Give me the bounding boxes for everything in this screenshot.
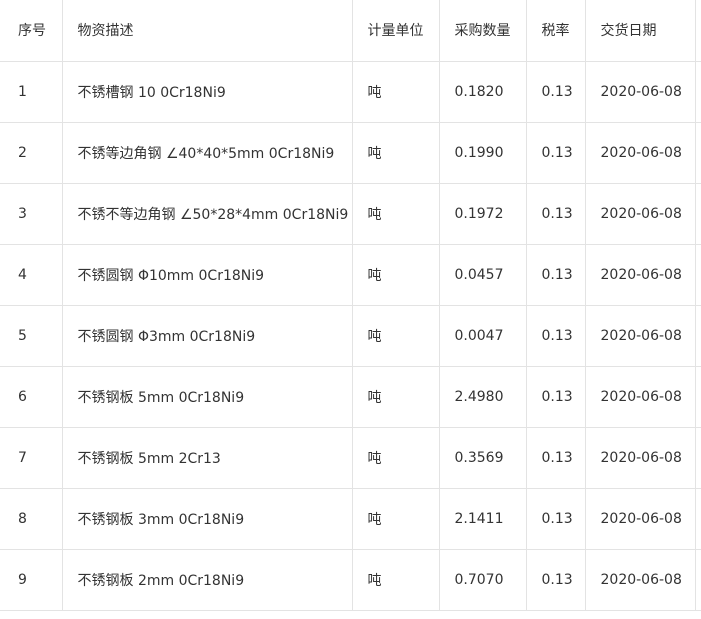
header-description: 物资描述 xyxy=(62,0,353,62)
header-extra xyxy=(695,0,701,62)
cell-index: 4 xyxy=(0,244,63,306)
header-delivery-date: 交货日期 xyxy=(585,0,696,62)
cell-extra xyxy=(695,122,701,184)
cell-tax-rate: 0.13 xyxy=(526,61,586,123)
header-unit: 计量单位 xyxy=(352,0,440,62)
materials-table: 序号 物资描述 计量单位 采购数量 税率 交货日期 1 不锈槽钢 10 0Cr1… xyxy=(0,0,701,611)
cell-unit: 吨 xyxy=(352,366,440,428)
cell-description: 不锈钢板 2mm 0Cr18Ni9 xyxy=(62,549,353,611)
cell-delivery-date: 2020-06-08 xyxy=(585,61,696,123)
cell-unit: 吨 xyxy=(352,549,440,611)
cell-quantity: 0.3569 xyxy=(439,427,527,489)
cell-quantity: 0.1972 xyxy=(439,183,527,245)
cell-unit: 吨 xyxy=(352,427,440,489)
cell-delivery-date: 2020-06-08 xyxy=(585,427,696,489)
table-row: 9 不锈钢板 2mm 0Cr18Ni9 吨 0.7070 0.13 2020-0… xyxy=(0,549,701,611)
cell-extra xyxy=(695,488,701,550)
cell-description: 不锈圆钢 Φ3mm 0Cr18Ni9 xyxy=(62,305,353,367)
cell-extra xyxy=(695,427,701,489)
cell-description: 不锈钢板 5mm 2Cr13 xyxy=(62,427,353,489)
cell-unit: 吨 xyxy=(352,305,440,367)
cell-delivery-date: 2020-06-08 xyxy=(585,305,696,367)
cell-tax-rate: 0.13 xyxy=(526,366,586,428)
cell-tax-rate: 0.13 xyxy=(526,488,586,550)
cell-extra xyxy=(695,244,701,306)
table-row: 1 不锈槽钢 10 0Cr18Ni9 吨 0.1820 0.13 2020-06… xyxy=(0,61,701,123)
cell-quantity: 0.7070 xyxy=(439,549,527,611)
cell-extra xyxy=(695,305,701,367)
header-index: 序号 xyxy=(0,0,63,62)
cell-delivery-date: 2020-06-08 xyxy=(585,549,696,611)
cell-index: 5 xyxy=(0,305,63,367)
cell-description: 不锈钢板 5mm 0Cr18Ni9 xyxy=(62,366,353,428)
cell-index: 7 xyxy=(0,427,63,489)
table-row: 6 不锈钢板 5mm 0Cr18Ni9 吨 2.4980 0.13 2020-0… xyxy=(0,366,701,428)
cell-unit: 吨 xyxy=(352,488,440,550)
cell-delivery-date: 2020-06-08 xyxy=(585,183,696,245)
header-tax-rate: 税率 xyxy=(526,0,586,62)
table-row: 7 不锈钢板 5mm 2Cr13 吨 0.3569 0.13 2020-06-0… xyxy=(0,427,701,489)
cell-description: 不锈不等边角钢 ∠50*28*4mm 0Cr18Ni9 xyxy=(62,183,353,245)
cell-extra xyxy=(695,183,701,245)
cell-extra xyxy=(695,61,701,123)
cell-tax-rate: 0.13 xyxy=(526,427,586,489)
cell-unit: 吨 xyxy=(352,61,440,123)
table-row: 2 不锈等边角钢 ∠40*40*5mm 0Cr18Ni9 吨 0.1990 0.… xyxy=(0,122,701,184)
cell-delivery-date: 2020-06-08 xyxy=(585,488,696,550)
cell-quantity: 0.0047 xyxy=(439,305,527,367)
materials-table-container: 序号 物资描述 计量单位 采购数量 税率 交货日期 1 不锈槽钢 10 0Cr1… xyxy=(0,0,701,619)
cell-index: 9 xyxy=(0,549,63,611)
table-row: 5 不锈圆钢 Φ3mm 0Cr18Ni9 吨 0.0047 0.13 2020-… xyxy=(0,305,701,367)
cell-extra xyxy=(695,366,701,428)
cell-tax-rate: 0.13 xyxy=(526,549,586,611)
table-row: 3 不锈不等边角钢 ∠50*28*4mm 0Cr18Ni9 吨 0.1972 0… xyxy=(0,183,701,245)
cell-quantity: 2.4980 xyxy=(439,366,527,428)
cell-delivery-date: 2020-06-08 xyxy=(585,244,696,306)
cell-description: 不锈槽钢 10 0Cr18Ni9 xyxy=(62,61,353,123)
cell-unit: 吨 xyxy=(352,122,440,184)
cell-description: 不锈钢板 3mm 0Cr18Ni9 xyxy=(62,488,353,550)
cell-tax-rate: 0.13 xyxy=(526,122,586,184)
cell-tax-rate: 0.13 xyxy=(526,244,586,306)
cell-index: 8 xyxy=(0,488,63,550)
header-quantity: 采购数量 xyxy=(439,0,527,62)
cell-quantity: 0.1990 xyxy=(439,122,527,184)
cell-quantity: 0.0457 xyxy=(439,244,527,306)
cell-description: 不锈等边角钢 ∠40*40*5mm 0Cr18Ni9 xyxy=(62,122,353,184)
cell-index: 1 xyxy=(0,61,63,123)
cell-description: 不锈圆钢 Φ10mm 0Cr18Ni9 xyxy=(62,244,353,306)
cell-tax-rate: 0.13 xyxy=(526,183,586,245)
cell-quantity: 2.1411 xyxy=(439,488,527,550)
cell-delivery-date: 2020-06-08 xyxy=(585,366,696,428)
cell-index: 3 xyxy=(0,183,63,245)
cell-index: 6 xyxy=(0,366,63,428)
cell-unit: 吨 xyxy=(352,244,440,306)
cell-quantity: 0.1820 xyxy=(439,61,527,123)
table-header-row: 序号 物资描述 计量单位 采购数量 税率 交货日期 xyxy=(0,0,701,62)
table-row: 4 不锈圆钢 Φ10mm 0Cr18Ni9 吨 0.0457 0.13 2020… xyxy=(0,244,701,306)
cell-index: 2 xyxy=(0,122,63,184)
cell-unit: 吨 xyxy=(352,183,440,245)
cell-tax-rate: 0.13 xyxy=(526,305,586,367)
table-row: 8 不锈钢板 3mm 0Cr18Ni9 吨 2.1411 0.13 2020-0… xyxy=(0,488,701,550)
cell-extra xyxy=(695,549,701,611)
cell-delivery-date: 2020-06-08 xyxy=(585,122,696,184)
